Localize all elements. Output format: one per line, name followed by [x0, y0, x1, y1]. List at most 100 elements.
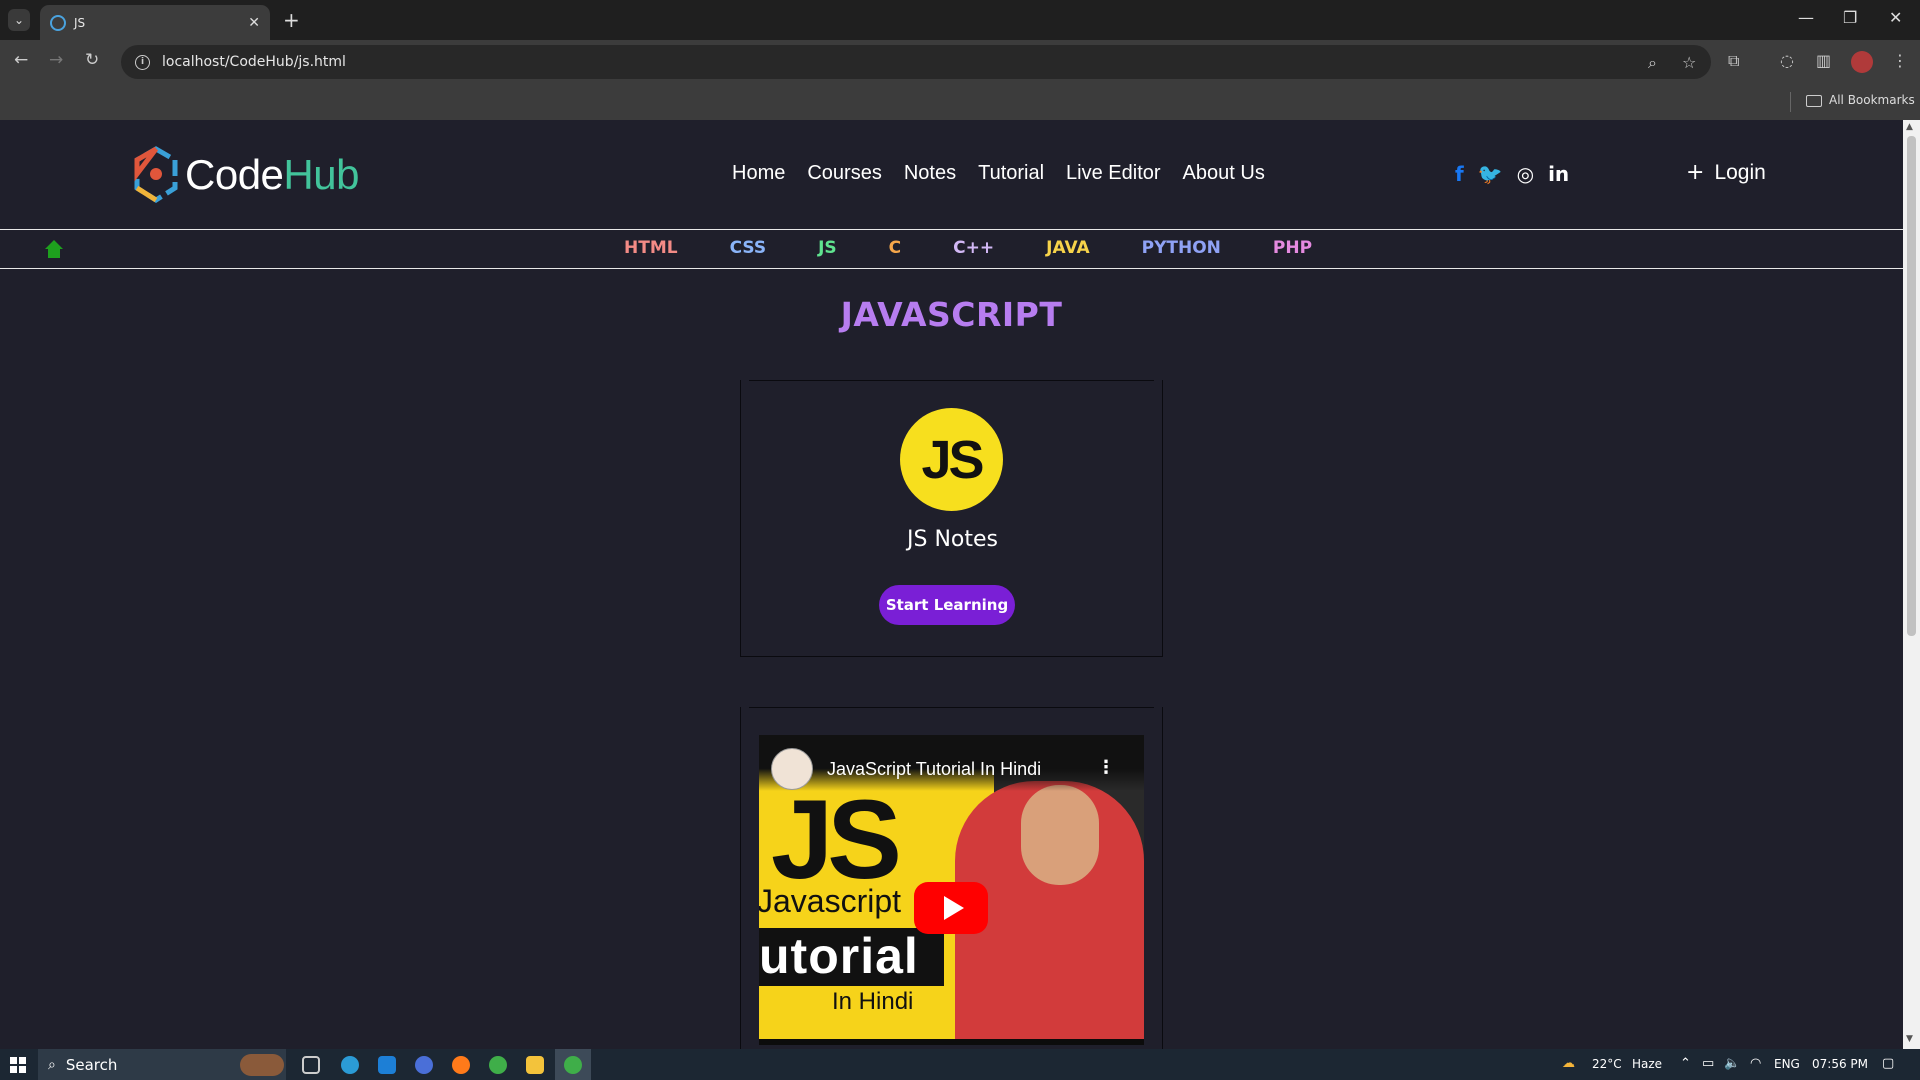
lang-css[interactable]: CSS: [730, 238, 767, 258]
nav-notes[interactable]: Notes: [904, 162, 956, 185]
language-links: HTML CSS JS C C++ JAVA PYTHON PHP: [624, 238, 1312, 258]
input-language[interactable]: ENG: [1774, 1057, 1800, 1071]
forward-icon[interactable]: →: [49, 50, 63, 70]
battery-icon[interactable]: ▭: [1702, 1056, 1714, 1071]
media-player-icon[interactable]: [415, 1056, 433, 1074]
js-logo-text: JS: [921, 429, 984, 490]
web-page: CodeHub Home Courses Notes Tutorial Live…: [0, 120, 1903, 1049]
channel-avatar[interactable]: [771, 748, 813, 790]
card-bottom-border: [741, 656, 1162, 657]
weather-icon[interactable]: ☁: [1562, 1056, 1575, 1071]
zoom-icon[interactable]: ⌕: [1648, 53, 1657, 73]
lang-html[interactable]: HTML: [624, 238, 678, 258]
lang-java[interactable]: JAVA: [1046, 238, 1090, 258]
extensions-icon[interactable]: ⧉: [1728, 51, 1739, 71]
plus-icon: +: [1686, 160, 1705, 185]
minimize-button[interactable]: —: [1798, 8, 1814, 27]
site-logo[interactable]: CodeHub: [133, 146, 359, 204]
temperature[interactable]: 22°C: [1592, 1057, 1622, 1071]
reload-icon[interactable]: ↻: [85, 50, 99, 70]
chrome-icon[interactable]: [489, 1056, 507, 1074]
tray-chevron-icon[interactable]: ⌃: [1680, 1056, 1691, 1071]
thumbnail-tutorial-text: utorial: [759, 928, 919, 984]
social-links: f 🐦 ◎ in: [1455, 162, 1569, 186]
site-header: CodeHub Home Courses Notes Tutorial Live…: [0, 120, 1903, 229]
lang-js[interactable]: JS: [818, 238, 837, 258]
task-view-icon[interactable]: [302, 1056, 320, 1074]
address-bar[interactable]: i localhost/CodeHub/js.html ⌕ ☆: [121, 45, 1711, 79]
home-icon[interactable]: [44, 239, 64, 259]
tab-close-icon[interactable]: ✕: [248, 15, 260, 31]
video-card: JS Javascript utorial In Hindi JavaScrip…: [740, 707, 1163, 1049]
new-tab-button[interactable]: +: [283, 8, 300, 32]
page-scrollbar[interactable]: ▲ ▼: [1903, 120, 1920, 1049]
clock-time[interactable]: 07:56 PM: [1812, 1057, 1868, 1071]
media-icon[interactable]: ◌: [1780, 51, 1794, 70]
tab-list-button[interactable]: ⌄: [8, 9, 30, 31]
browser-tab[interactable]: JS ✕: [40, 5, 270, 40]
chrome-active-icon[interactable]: [564, 1056, 582, 1074]
lang-php[interactable]: PHP: [1273, 238, 1312, 258]
card-title: JS Notes: [907, 527, 998, 552]
windows-taskbar: ⌕ Search ☁ 22°C Haze ⌃ ▭ 🔈 ◠ ENG 07:56 P…: [0, 1049, 1920, 1080]
bookmarks-separator: [1790, 92, 1791, 112]
nav-home[interactable]: Home: [732, 162, 785, 185]
edge-icon[interactable]: [341, 1056, 359, 1074]
browser-toolbar: ← → ↻ i localhost/CodeHub/js.html ⌕ ☆ ⧉ …: [0, 40, 1920, 84]
file-explorer-icon[interactable]: [526, 1056, 544, 1074]
lang-cpp[interactable]: C++: [953, 238, 994, 258]
twitter-icon[interactable]: 🐦: [1478, 162, 1503, 186]
back-icon[interactable]: ←: [14, 50, 28, 70]
youtube-embed[interactable]: JS Javascript utorial In Hindi JavaScrip…: [759, 735, 1144, 1045]
notifications-icon[interactable]: ▢: [1882, 1056, 1894, 1071]
profile-avatar[interactable]: [1851, 51, 1873, 73]
bookmark-star-icon[interactable]: ☆: [1682, 53, 1696, 72]
instagram-icon[interactable]: ◎: [1517, 162, 1534, 186]
nav-about-us[interactable]: About Us: [1183, 162, 1265, 185]
nav-tutorial[interactable]: Tutorial: [978, 162, 1044, 185]
side-panel-icon[interactable]: ▥: [1816, 51, 1831, 70]
linkedin-icon[interactable]: in: [1548, 162, 1569, 186]
search-icon: ⌕: [48, 1056, 56, 1073]
scrollbar-thumb[interactable]: [1907, 136, 1916, 636]
video-card-top-border: [749, 707, 1154, 708]
logo-hexagon-icon: [134, 146, 178, 203]
scroll-down-icon[interactable]: ▼: [1906, 1034, 1913, 1044]
thumbnail-javascript-text: Javascript: [759, 883, 902, 919]
firefox-icon[interactable]: [452, 1056, 470, 1074]
login-label: Login: [1714, 160, 1766, 184]
close-window-button[interactable]: ✕: [1889, 8, 1902, 27]
tab-favicon-icon: [50, 14, 66, 31]
play-button[interactable]: [914, 882, 988, 934]
nav-live-editor[interactable]: Live Editor: [1066, 162, 1161, 185]
facebook-icon[interactable]: f: [1455, 162, 1464, 186]
menu-icon[interactable]: ⋮: [1892, 51, 1908, 70]
thumbnail-in-hindi-text: In Hindi: [832, 988, 914, 1015]
lang-python[interactable]: PYTHON: [1142, 238, 1221, 258]
video-title[interactable]: JavaScript Tutorial In Hindi: [827, 759, 1041, 780]
page-title: JAVASCRIPT: [840, 295, 1063, 334]
main-nav: Home Courses Notes Tutorial Live Editor …: [732, 162, 1265, 185]
site-info-icon[interactable]: i: [135, 54, 150, 70]
tab-title: JS: [74, 15, 86, 30]
all-bookmarks-link[interactable]: All Bookmarks: [1829, 93, 1915, 107]
start-learning-button[interactable]: Start Learning: [879, 585, 1015, 625]
taskbar-search[interactable]: ⌕ Search: [38, 1049, 286, 1080]
scroll-up-icon[interactable]: ▲: [1906, 122, 1913, 132]
restore-button[interactable]: ❐: [1843, 8, 1857, 27]
weather-condition[interactable]: Haze: [1632, 1057, 1662, 1071]
search-placeholder: Search: [65, 1055, 118, 1074]
video-menu-icon[interactable]: ⋮: [1097, 757, 1115, 778]
nav-courses[interactable]: Courses: [807, 162, 881, 185]
volume-muted-icon[interactable]: 🔈: [1724, 1056, 1740, 1071]
login-button[interactable]: + Login: [1686, 160, 1766, 185]
windows-start-icon[interactable]: [10, 1057, 26, 1073]
mail-icon[interactable]: [378, 1056, 396, 1074]
wifi-icon[interactable]: ◠: [1750, 1056, 1761, 1071]
search-highlight-image: [240, 1054, 284, 1076]
bookmarks-bar: All Bookmarks: [0, 84, 1920, 120]
lang-c[interactable]: C: [889, 238, 901, 258]
js-logo-icon: JS: [900, 408, 1003, 511]
folder-icon: [1806, 95, 1822, 107]
thumbnail-presenter-face: [1021, 785, 1099, 885]
